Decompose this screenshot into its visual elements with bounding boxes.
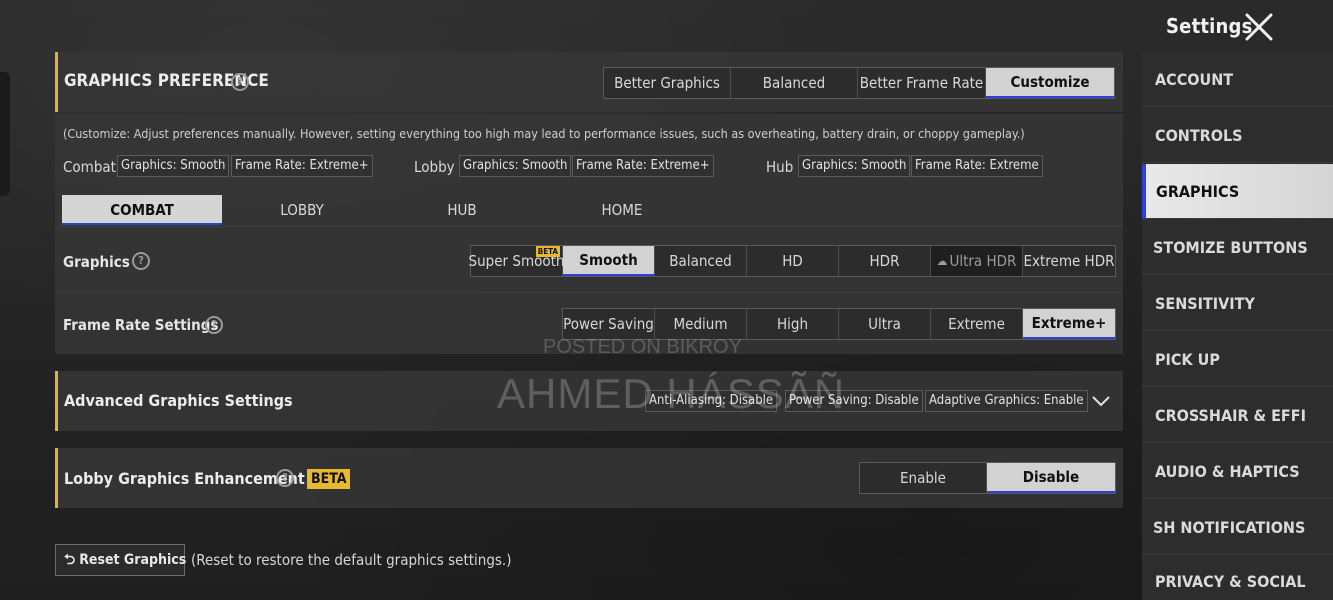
lobby-enhancement-panel: Lobby Graphics Enhancement ? BETA Enable…: [55, 448, 1123, 508]
sidebar-item-privacy-social[interactable]: PRIVACY & SOCIAL: [1142, 556, 1333, 600]
chip-power-saving: Power Saving: Disable: [785, 390, 923, 412]
graphics-quality-segmented: Super Smooth BETA Smooth Balanced HD HDR…: [469, 245, 1116, 277]
sidebar-item-account[interactable]: ACCOUNT: [1142, 52, 1333, 107]
sidebar-item-pick-up[interactable]: PICK UP: [1142, 332, 1333, 387]
summary-lobby-graphics: Graphics: Smooth: [459, 155, 572, 177]
preference-better-graphics[interactable]: Better Graphics: [604, 68, 731, 98]
custom-settings-panel: (Customize: Adjust preferences manually.…: [55, 114, 1123, 354]
graphics-option-hd[interactable]: HD: [747, 246, 839, 276]
row-divider: [55, 292, 1123, 293]
graphics-option-smooth[interactable]: Smooth: [563, 246, 655, 276]
undo-icon: ⮌: [64, 552, 76, 568]
tabs-divider: [55, 226, 1123, 227]
customize-note: (Customize: Adjust preferences manually.…: [63, 126, 1025, 141]
reset-note: (Reset to restore the default graphics s…: [191, 551, 512, 569]
sidebar-item-sensitivity[interactable]: SENSITIVITY: [1142, 276, 1333, 331]
chevron-down-icon[interactable]: [1090, 393, 1112, 409]
chip-anti-aliasing: Anti-Aliasing: Disable: [645, 390, 778, 412]
beta-badge: BETA: [535, 246, 560, 257]
summary-lobby-framerate: Frame Rate: Extreme+: [572, 155, 714, 177]
lobby-enhancement-enable[interactable]: Enable: [860, 463, 987, 493]
advanced-graphics-label: Advanced Graphics Settings: [64, 391, 293, 410]
graphics-option-balanced[interactable]: Balanced: [655, 246, 747, 276]
sidebar-item-graphics[interactable]: GRAPHICS: [1142, 164, 1333, 219]
lobby-enhancement-toggle: Enable Disable: [859, 462, 1116, 494]
settings-sidebar: ACCOUNT CONTROLS GRAPHICS STOMIZE BUTTON…: [1142, 52, 1333, 600]
summary-combat-label: Combat: [63, 158, 116, 176]
help-icon[interactable]: ?: [132, 252, 150, 270]
cloud-download-icon: ☁: [936, 254, 948, 268]
close-icon: [1245, 13, 1273, 41]
preference-balanced[interactable]: Balanced: [731, 68, 858, 98]
lobby-enhancement-label: Lobby Graphics Enhancement: [64, 469, 305, 488]
mode-tabs: COMBAT LOBBY HUB HOME: [62, 195, 702, 225]
frame-rate-option-ultra[interactable]: Ultra: [839, 309, 931, 339]
summary-hub-framerate: Frame Rate: Extreme: [911, 155, 1043, 177]
summary-combat-graphics: Graphics: Smooth: [117, 155, 230, 177]
graphics-option-extreme-hdr[interactable]: Extreme HDR: [1023, 246, 1115, 276]
tab-hub[interactable]: HUB: [382, 195, 542, 225]
graphics-option-super-smooth[interactable]: Super Smooth BETA: [469, 246, 564, 276]
graphics-label: Graphics: [63, 253, 130, 271]
sidebar-item-controls[interactable]: CONTROLS: [1142, 108, 1333, 163]
close-button[interactable]: [1240, 8, 1278, 46]
sidebar-item-push-notifications[interactable]: SH NOTIFICATIONS: [1142, 500, 1333, 555]
tab-combat[interactable]: COMBAT: [62, 195, 222, 225]
frame-rate-option-extreme-plus[interactable]: Extreme+: [1023, 309, 1115, 339]
sidebar-item-audio-haptics[interactable]: AUDIO & HAPTICS: [1142, 444, 1333, 499]
frame-rate-option-extreme[interactable]: Extreme: [931, 309, 1023, 339]
frame-rate-option-power-saving[interactable]: Power Saving: [563, 309, 655, 339]
left-edge-handle: [0, 72, 10, 196]
reset-graphics-label: Reset Graphics: [79, 552, 187, 568]
beta-badge: BETA: [307, 469, 351, 489]
sidebar-item-crosshair[interactable]: CROSSHAIR & EFFI: [1142, 388, 1333, 443]
option-label: Ultra HDR: [949, 252, 1017, 270]
tab-home[interactable]: HOME: [542, 195, 702, 225]
graphics-option-ultra-hdr[interactable]: ☁ Ultra HDR: [931, 246, 1023, 276]
summary-combat-framerate: Frame Rate: Extreme+: [231, 155, 373, 177]
tab-lobby[interactable]: LOBBY: [222, 195, 382, 225]
summary-lobby-label: Lobby: [414, 158, 455, 176]
advanced-graphics-panel[interactable]: Advanced Graphics Settings Anti-Aliasing…: [55, 371, 1123, 431]
graphics-option-hdr[interactable]: HDR: [839, 246, 931, 276]
reset-graphics-button[interactable]: ⮌ Reset Graphics: [55, 544, 187, 576]
help-icon[interactable]: ?: [231, 73, 249, 91]
lobby-enhancement-disable[interactable]: Disable: [987, 463, 1115, 493]
frame-rate-segmented: Power Saving Medium High Ultra Extreme E…: [562, 308, 1116, 340]
frame-rate-label: Frame Rate Settings: [63, 316, 219, 334]
help-icon[interactable]: ?: [205, 316, 223, 334]
summary-hub-graphics: Graphics: Smooth: [798, 155, 911, 177]
sidebar-item-customize-buttons[interactable]: STOMIZE BUTTONS: [1142, 220, 1333, 275]
chip-adaptive-graphics: Adaptive Graphics: Enable: [925, 390, 1088, 412]
help-icon[interactable]: ?: [276, 469, 294, 487]
graphics-preference-panel: GRAPHICS PREFERENCE ? Better Graphics Ba…: [55, 52, 1123, 112]
frame-rate-option-medium[interactable]: Medium: [655, 309, 747, 339]
frame-rate-option-high[interactable]: High: [747, 309, 839, 339]
preference-customize[interactable]: Customize: [986, 68, 1114, 98]
preference-segmented: Better Graphics Balanced Better Frame Ra…: [603, 67, 1115, 99]
summary-hub-label: Hub: [766, 158, 794, 176]
preference-better-frame-rate[interactable]: Better Frame Rate: [858, 68, 986, 98]
